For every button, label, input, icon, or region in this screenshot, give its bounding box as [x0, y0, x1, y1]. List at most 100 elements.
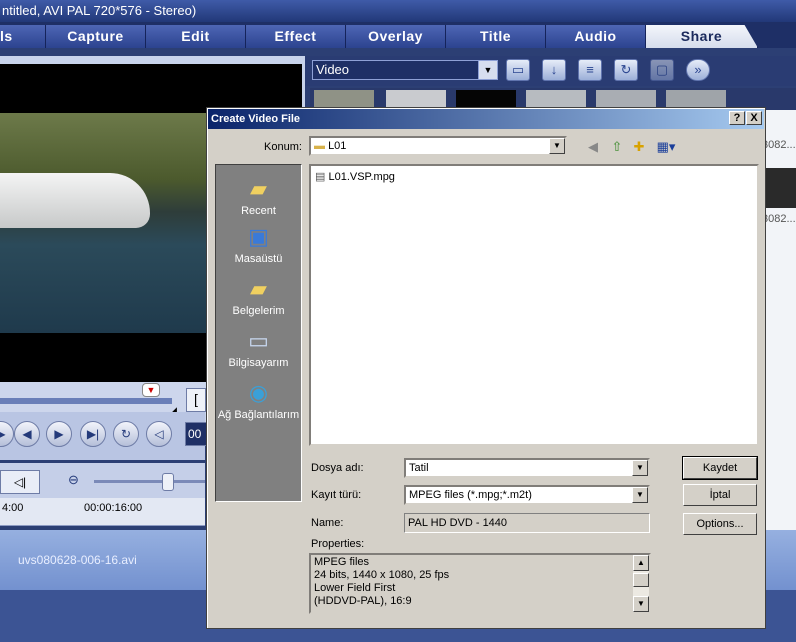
zoom-slider-handle[interactable] — [162, 473, 174, 491]
place-desktop[interactable]: ▣ Masaüstü — [216, 223, 301, 265]
properties-box: MPEG files 24 bits, 1440 x 1080, 25 fps … — [309, 553, 651, 614]
copy-icon[interactable]: ▢ — [650, 59, 674, 81]
computer-icon: ▭ — [248, 328, 269, 353]
thumbnail[interactable] — [596, 90, 656, 108]
thumbnail-label: 3082... — [762, 139, 796, 151]
scrub-marker-icon[interactable]: ▼ — [142, 383, 160, 397]
filetype-value: MPEG files (*.mpg;*.m2t) — [409, 489, 532, 501]
place-label: Masaüstü — [234, 253, 283, 265]
location-combo[interactable]: ▬ L01 ▼ — [309, 136, 567, 156]
speaker-icon[interactable]: ◁| — [0, 470, 40, 494]
properties-label: Properties: — [311, 538, 365, 550]
repeat-icon[interactable]: ↻ — [113, 421, 139, 447]
zoom-slider[interactable] — [94, 480, 205, 483]
refresh-icon[interactable]: ↻ — [614, 59, 638, 81]
location-value: L01 — [328, 140, 347, 152]
scrub-bar[interactable] — [0, 398, 172, 404]
thumbnail[interactable] — [456, 90, 516, 108]
filetype-select[interactable]: MPEG files (*.mpg;*.m2t) ▼ — [404, 485, 650, 505]
place-network[interactable]: ◉ Ağ Bağlantılarım — [216, 379, 301, 421]
timecode-display[interactable]: 00 — [185, 422, 207, 446]
place-label: Ağ Bağlantılarım — [217, 409, 300, 421]
clip-label: uvs080628-006-16.avi — [18, 553, 137, 567]
zoom-out-icon[interactable]: ⊖ — [68, 472, 79, 488]
timeline-ruler: 4:00 00:00:16:00 — [0, 498, 205, 526]
thumbnail[interactable] — [762, 168, 796, 208]
chevron-down-icon[interactable]: ▼ — [549, 138, 565, 154]
filename-label: Dosya adı: — [311, 462, 364, 474]
tab-edit[interactable]: Edit — [146, 25, 246, 48]
properties-scrollbar[interactable]: ▲ ▼ — [633, 555, 649, 612]
app-title: ntitled, AVI PAL 720*576 - Stereo) — [2, 3, 197, 18]
filename-field[interactable]: Tatil ▼ — [404, 458, 650, 478]
thumbnail[interactable] — [666, 90, 726, 108]
chevron-down-icon[interactable]: ▼ — [478, 60, 498, 80]
next-frame-icon[interactable]: ▶ — [46, 421, 72, 447]
file-name: L01.VSP.mpg — [328, 171, 395, 183]
file-list[interactable]: ▤ L01.VSP.mpg — [309, 164, 759, 446]
thumbnail[interactable] — [526, 90, 586, 108]
file-icon: ▤ — [315, 171, 326, 183]
up-folder-icon[interactable]: ⇧ — [607, 138, 627, 156]
library-select[interactable]: Video — [312, 60, 498, 80]
dialog-title: Create Video File — [208, 109, 764, 129]
location-label: Konum: — [264, 141, 302, 153]
desktop-icon: ▣ — [248, 224, 269, 249]
property-line: (HDDVD-PAL), 16:9 — [314, 595, 412, 607]
scroll-up-icon[interactable]: ▲ — [633, 555, 649, 571]
create-video-file-dialog: Create Video File ? X Konum: ▬ L01 ▼ ◀ ⇧… — [206, 107, 766, 629]
back-icon[interactable]: ◀ — [583, 138, 603, 156]
end-icon[interactable]: ▶| — [80, 421, 106, 447]
network-icon: ◉ — [248, 380, 269, 405]
places-bar: ▰ Recent ▣ Masaüstü ▰ Belgelerim ▭ Bilgi… — [215, 164, 302, 502]
tab-effect[interactable]: Effect — [246, 25, 346, 48]
place-label: Belgelerim — [232, 305, 285, 317]
tab-audio[interactable]: Audio — [546, 25, 646, 48]
tab-capture[interactable]: Capture — [46, 25, 146, 48]
save-button[interactable]: Kaydet — [682, 456, 758, 480]
expand-icon[interactable]: » — [686, 59, 710, 81]
property-line: Lower Field First — [314, 582, 396, 594]
sort-icon[interactable]: ↓ — [542, 59, 566, 81]
open-folder-icon[interactable]: ▭ — [506, 59, 530, 81]
place-computer[interactable]: ▭ Bilgisayarım — [216, 327, 301, 369]
place-documents[interactable]: ▰ Belgelerim — [216, 275, 301, 317]
close-button[interactable]: X — [746, 111, 762, 125]
name-label: Name: — [311, 517, 344, 529]
property-line: 24 bits, 1440 x 1080, 25 fps — [314, 569, 450, 581]
filename-value: Tatil — [409, 462, 429, 474]
prev-frame-icon[interactable]: ◀ — [14, 421, 40, 447]
app-title-bar: ntitled, AVI PAL 720*576 - Stereo) — [0, 0, 796, 22]
mark-in-icon[interactable]: [ — [186, 388, 206, 412]
step-tab-bar: ls Capture Edit Effect Overlay Title Aud… — [0, 22, 796, 48]
volume-icon[interactable]: ◁ — [146, 421, 172, 447]
help-button[interactable]: ? — [729, 111, 745, 125]
tab-tools[interactable]: ls — [0, 25, 46, 48]
yacht-shape — [0, 173, 150, 228]
recent-icon: ▰ — [250, 176, 267, 201]
place-label: Recent — [241, 205, 276, 217]
scroll-thumb[interactable] — [633, 573, 649, 587]
list-view-icon[interactable]: ≡ — [578, 59, 602, 81]
ruler-time: 00:00:16:00 — [84, 502, 143, 514]
tab-overlay[interactable]: Overlay — [346, 25, 446, 48]
tab-share[interactable]: Share — [646, 25, 758, 48]
options-button[interactable]: Options... — [683, 513, 757, 535]
place-label: Bilgisayarım — [228, 357, 289, 369]
name-value: PAL HD DVD - 1440 — [404, 513, 650, 533]
filetype-label: Kayıt türü: — [311, 489, 362, 501]
new-folder-icon[interactable]: ✚ — [629, 138, 649, 156]
chevron-down-icon[interactable]: ▼ — [632, 487, 648, 503]
thumbnail[interactable] — [314, 90, 374, 108]
cancel-button[interactable]: İptal — [683, 484, 757, 506]
chevron-down-icon[interactable]: ▼ — [632, 460, 648, 476]
tab-title[interactable]: Title — [446, 25, 546, 48]
view-menu-icon[interactable]: ▦▾ — [653, 138, 679, 156]
scroll-down-icon[interactable]: ▼ — [633, 596, 649, 612]
thumbnail-label: 3082... — [762, 213, 796, 225]
place-recent[interactable]: ▰ Recent — [216, 175, 301, 217]
ruler-time: 4:00 — [2, 502, 24, 514]
thumbnail[interactable] — [386, 90, 446, 108]
list-item[interactable]: ▤ L01.VSP.mpg — [315, 170, 395, 183]
folder-icon: ▬ — [314, 140, 325, 152]
